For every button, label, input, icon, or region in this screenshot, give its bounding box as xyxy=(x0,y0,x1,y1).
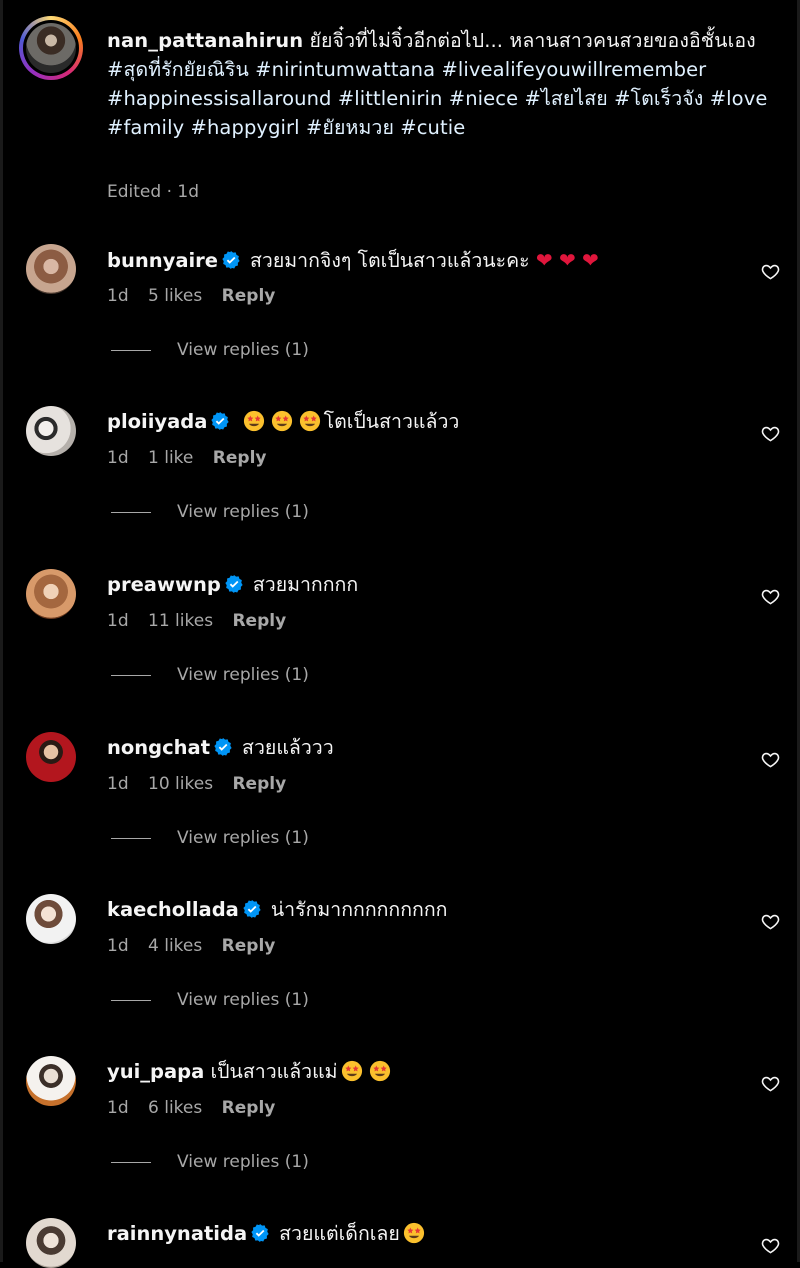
like-heart-icon[interactable] xyxy=(761,1074,780,1093)
like-heart-icon[interactable] xyxy=(761,424,780,443)
caption-body: ยัยจิ๋วที่ไม่จิ๋วอีกต่อไป... หลานสาวคนสว… xyxy=(309,29,756,52)
comment-likes[interactable]: 4 likes xyxy=(148,936,202,956)
comment-time: 1d xyxy=(107,286,129,306)
commenter-avatar[interactable] xyxy=(26,406,76,456)
divider-line xyxy=(111,511,151,513)
commenter-username[interactable]: rainnynatida xyxy=(107,1222,247,1245)
verified-badge-icon xyxy=(251,1224,269,1242)
comment-likes[interactable]: 6 likes xyxy=(148,1098,202,1118)
divider-line xyxy=(111,837,151,839)
comment-text: สวยแล้ววว xyxy=(242,736,334,759)
commenter-avatar[interactable] xyxy=(26,732,76,782)
divider-line xyxy=(111,999,151,1001)
commenter-username[interactable]: ploiiyada xyxy=(107,410,207,433)
reply-button[interactable]: Reply xyxy=(213,448,267,468)
caption-username[interactable]: nan_pattanahirun xyxy=(107,29,303,52)
like-heart-icon[interactable] xyxy=(761,750,780,769)
reply-button[interactable]: Reply xyxy=(222,1098,276,1118)
reply-button[interactable]: Reply xyxy=(232,774,286,794)
star-struck-emoji-icon xyxy=(341,1060,362,1082)
comment-text: โตเป็นสาวแล้วว xyxy=(323,410,460,433)
commenter-avatar[interactable] xyxy=(26,569,76,619)
star-struck-emoji-icon xyxy=(299,410,320,432)
reply-button[interactable]: Reply xyxy=(222,286,276,306)
commenter-username[interactable]: kaechollada xyxy=(107,898,239,921)
verified-badge-icon xyxy=(214,738,232,756)
comment-likes[interactable]: 11 likes xyxy=(148,611,213,631)
view-replies-button[interactable]: View replies (1) xyxy=(111,340,309,360)
verified-badge-icon xyxy=(211,412,230,430)
view-replies-button[interactable]: View replies (1) xyxy=(111,828,309,848)
star-struck-emoji-icon xyxy=(243,410,264,432)
commenter-username[interactable]: preawwnp xyxy=(107,573,221,596)
view-replies-button[interactable]: View replies (1) xyxy=(111,665,309,685)
commenter-username[interactable]: yui_papa xyxy=(107,1060,204,1083)
like-heart-icon[interactable] xyxy=(761,912,780,931)
verified-badge-icon xyxy=(222,251,240,269)
comment-time: 1d xyxy=(107,1098,129,1118)
comment-likes[interactable]: 1 like xyxy=(148,448,193,468)
comment-text: สวยแต่เด็กเลย xyxy=(279,1222,400,1245)
caption-text: nan_pattanahirun ยัยจิ๋วที่ไม่จิ๋วอีกต่อ… xyxy=(107,26,777,142)
commenter-username[interactable]: nongchat xyxy=(107,736,210,759)
comment-time: 1d xyxy=(107,448,129,468)
comment-likes[interactable]: 10 likes xyxy=(148,774,213,794)
reply-button[interactable]: Reply xyxy=(222,936,276,956)
reply-button[interactable]: Reply xyxy=(232,611,286,631)
commenter-avatar[interactable] xyxy=(26,1218,76,1268)
like-heart-icon[interactable] xyxy=(761,1236,780,1255)
comments-panel: nan_pattanahirun ยัยจิ๋วที่ไม่จิ๋วอีกต่อ… xyxy=(0,0,800,1268)
divider-line xyxy=(111,674,151,676)
comment-time: 1d xyxy=(107,611,129,631)
verified-badge-icon xyxy=(225,575,243,593)
caption-meta: Edited · 1d xyxy=(107,182,199,202)
divider-line xyxy=(111,349,151,351)
comment-time: 1d xyxy=(107,774,129,794)
comment-text: สวยมากจิงๆ โตเป็นสาวแล้วนะคะ xyxy=(250,249,530,272)
divider-line xyxy=(111,1161,151,1163)
commenter-username[interactable]: bunnyaire xyxy=(107,249,218,272)
comment-text: สวยมากกกก xyxy=(252,573,359,596)
view-replies-button[interactable]: View replies (1) xyxy=(111,990,309,1010)
comment-text: น่ารักมากกกกกกกกก xyxy=(270,898,448,921)
like-heart-icon[interactable] xyxy=(761,262,780,281)
commenter-avatar[interactable] xyxy=(26,894,76,944)
comment-likes[interactable]: 5 likes xyxy=(148,286,202,306)
star-struck-emoji-icon xyxy=(369,1060,390,1082)
star-struck-emoji-icon xyxy=(403,1222,424,1244)
like-heart-icon[interactable] xyxy=(761,587,780,606)
verified-badge-icon xyxy=(243,900,261,918)
author-avatar[interactable] xyxy=(19,16,83,80)
commenter-avatar[interactable] xyxy=(26,1056,76,1106)
view-replies-button[interactable]: View replies (1) xyxy=(111,502,309,522)
commenter-avatar[interactable] xyxy=(26,244,76,294)
view-replies-button[interactable]: View replies (1) xyxy=(111,1152,309,1172)
heart-emoji-icon: ❤ ❤ ❤ xyxy=(535,248,599,272)
comment-time: 1d xyxy=(107,936,129,956)
comment-text: เป็นสาวแล้วแม่ xyxy=(210,1060,338,1083)
caption-hashtags[interactable]: #สุดที่รักยัยณิริน #nirintumwattana #liv… xyxy=(107,58,767,139)
star-struck-emoji-icon xyxy=(271,410,292,432)
